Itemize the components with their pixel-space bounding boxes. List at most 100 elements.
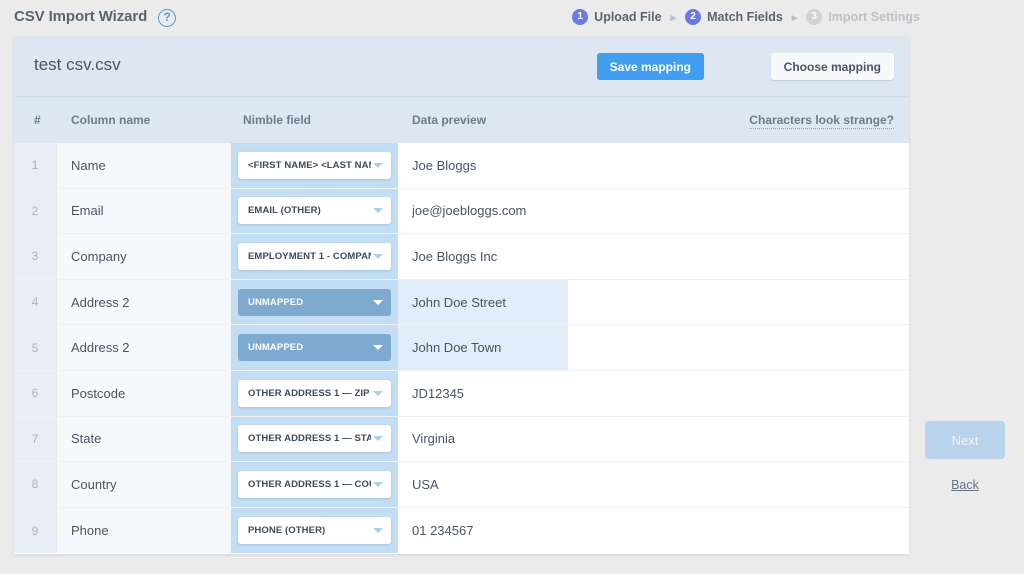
row-number: 7 bbox=[14, 416, 57, 462]
row-number: 5 bbox=[14, 325, 57, 370]
nimble-field-select[interactable]: PHONE (OTHER) bbox=[238, 517, 391, 545]
row-nimble-field-cell: OTHER ADDRESS 1 — ZIP bbox=[231, 370, 398, 416]
row-nimble-field-cell: UNMAPPED bbox=[231, 325, 398, 370]
nimble-field-select-value: OTHER ADDRESS 1 — COUNT bbox=[248, 478, 371, 490]
row-nimble-field-cell: PHONE (OTHER) bbox=[231, 507, 398, 554]
column-header-nimble-field: Nimble field bbox=[243, 113, 312, 127]
nimble-field-select-value: OTHER ADDRESS 1 — ZIP bbox=[248, 387, 370, 399]
step-number: 1 bbox=[572, 9, 589, 25]
step-label: Match Fields bbox=[707, 10, 783, 24]
back-link[interactable]: Back bbox=[925, 478, 1005, 492]
table-row: 8Country OTHER ADDRESS 1 — COUNT USA bbox=[14, 462, 909, 508]
data-preview-value: John Doe Street bbox=[398, 279, 568, 325]
column-header-column-name: Column name bbox=[71, 113, 151, 127]
data-preview-value: Virginia bbox=[412, 431, 456, 447]
row-data-preview: USA bbox=[398, 462, 909, 507]
data-preview-value: 01 234567 bbox=[412, 523, 474, 539]
row-column-name: Company bbox=[57, 234, 231, 279]
data-preview-value: Joe Bloggs bbox=[412, 157, 477, 173]
nimble-field-select-value: EMAIL (OTHER) bbox=[248, 205, 321, 217]
nimble-field-select-value: OTHER ADDRESS 1 — STATE bbox=[248, 433, 371, 445]
step-separator-icon: ▸ bbox=[791, 11, 798, 24]
row-data-preview: Virginia bbox=[398, 416, 909, 462]
row-column-name: Name bbox=[57, 143, 231, 188]
nimble-field-select[interactable]: OTHER ADDRESS 1 — STATE bbox=[238, 425, 391, 453]
data-preview-value: Joe Bloggs Inc bbox=[412, 248, 498, 264]
chevron-down-icon bbox=[373, 390, 383, 396]
table-row: 5 Address 2 UNMAPPED John Doe Town bbox=[14, 325, 909, 371]
nimble-field-select-value: <FIRST NAME> <LAST NAME> bbox=[248, 159, 371, 171]
data-preview-value: JD12345 bbox=[412, 385, 465, 401]
row-number: 1 bbox=[14, 143, 57, 188]
chevron-down-icon bbox=[373, 208, 383, 214]
row-data-preview: Joe Bloggs Inc bbox=[398, 234, 909, 279]
next-button[interactable]: Next bbox=[925, 421, 1005, 459]
row-number: 3 bbox=[14, 234, 57, 279]
row-number: 9 bbox=[14, 507, 57, 554]
table-row: 3 Company EMPLOYMENT 1 - COMPANY Joe Bloggs… bbox=[14, 234, 909, 280]
chevron-down-icon bbox=[373, 345, 383, 351]
chevron-down-icon bbox=[373, 299, 383, 305]
nimble-field-select[interactable]: OTHER ADDRESS 1 — ZIP bbox=[238, 379, 391, 407]
row-data-preview: joe@joebloggs.com bbox=[398, 188, 909, 234]
nimble-field-select-value: UNMAPPED bbox=[248, 342, 304, 354]
nimble-field-select[interactable]: EMPLOYMENT 1 - COMPANY bbox=[238, 242, 391, 270]
choose-mapping-button[interactable]: Choose mapping bbox=[770, 53, 894, 80]
row-data-preview: John Doe Street bbox=[398, 279, 909, 325]
step-import-settings: 3 Import Settings bbox=[806, 9, 920, 25]
chevron-down-icon bbox=[373, 528, 383, 534]
nimble-field-select-value: EMPLOYMENT 1 - COMPANY bbox=[248, 250, 371, 262]
step-label: Upload File bbox=[594, 10, 662, 24]
row-column-name: Country bbox=[57, 462, 231, 507]
nimble-field-select[interactable]: UNMAPPED bbox=[238, 334, 391, 362]
column-header-data-preview: Data preview bbox=[412, 113, 487, 127]
chevron-down-icon bbox=[373, 481, 383, 487]
column-header-number: # bbox=[34, 113, 41, 127]
help-icon[interactable]: ? bbox=[158, 9, 176, 27]
nimble-field-select[interactable]: EMAIL (OTHER) bbox=[238, 197, 391, 225]
file-name: test csv.csv bbox=[34, 55, 121, 74]
nimble-field-select[interactable]: <FIRST NAME> <LAST NAME> bbox=[238, 151, 391, 179]
row-nimble-field-cell: EMPLOYMENT 1 - COMPANY bbox=[231, 234, 398, 279]
table-row: 7State OTHER ADDRESS 1 — STATE Virginia bbox=[14, 416, 909, 463]
step-match-fields[interactable]: 2 Match Fields bbox=[685, 9, 783, 25]
row-nimble-field-cell: <FIRST NAME> <LAST NAME> bbox=[231, 143, 398, 188]
row-column-name: Email bbox=[57, 188, 231, 234]
row-data-preview: John Doe Town bbox=[398, 325, 909, 370]
chevron-down-icon bbox=[373, 253, 383, 259]
row-column-name: Address 2 bbox=[57, 325, 231, 370]
nimble-field-select-value: PHONE (OTHER) bbox=[248, 525, 326, 537]
page-title: CSV Import Wizard bbox=[14, 8, 148, 25]
characters-look-strange-link[interactable]: Characters look strange? bbox=[749, 113, 894, 129]
chevron-down-icon bbox=[373, 436, 383, 442]
card-header: test csv.csv Save mapping Choose mapping bbox=[14, 37, 909, 96]
step-number: 3 bbox=[806, 9, 823, 25]
row-nimble-field-cell: UNMAPPED bbox=[231, 279, 398, 325]
table-row: 4 Address 2 UNMAPPED John Doe Street bbox=[14, 279, 909, 326]
row-column-name: State bbox=[57, 416, 231, 462]
row-data-preview: 01 234567 bbox=[398, 507, 909, 554]
table-row: 6 Postcode OTHER ADDRESS 1 — ZIP JD12345 bbox=[14, 370, 909, 417]
row-column-name: Phone bbox=[57, 507, 231, 554]
table-row: 9 Phone PHONE (OTHER) 01 234567 bbox=[14, 507, 909, 554]
step-upload-file[interactable]: 1 Upload File bbox=[572, 9, 662, 25]
data-preview-value: joe@joebloggs.com bbox=[412, 203, 527, 219]
chevron-down-icon bbox=[373, 162, 383, 168]
data-preview-value: USA bbox=[412, 476, 439, 492]
table-header-row: # Column name Nimble field Data preview … bbox=[14, 96, 909, 143]
row-number: 2 bbox=[14, 188, 57, 234]
save-mapping-button[interactable]: Save mapping bbox=[596, 53, 704, 80]
row-number: 8 bbox=[14, 462, 57, 507]
row-data-preview: JD12345 bbox=[398, 370, 909, 416]
row-nimble-field-cell: OTHER ADDRESS 1 — STATE bbox=[231, 416, 398, 462]
row-number: 6 bbox=[14, 370, 57, 416]
nimble-field-select-value: UNMAPPED bbox=[248, 296, 304, 308]
step-number: 2 bbox=[685, 9, 702, 25]
nimble-field-select[interactable]: UNMAPPED bbox=[238, 288, 391, 316]
step-label: Import Settings bbox=[828, 10, 920, 24]
row-nimble-field-cell: EMAIL (OTHER) bbox=[231, 188, 398, 234]
row-number: 4 bbox=[14, 279, 57, 325]
row-data-preview: Joe Bloggs bbox=[398, 143, 909, 188]
step-separator-icon: ▸ bbox=[670, 11, 677, 24]
nimble-field-select[interactable]: OTHER ADDRESS 1 — COUNT bbox=[238, 470, 391, 498]
